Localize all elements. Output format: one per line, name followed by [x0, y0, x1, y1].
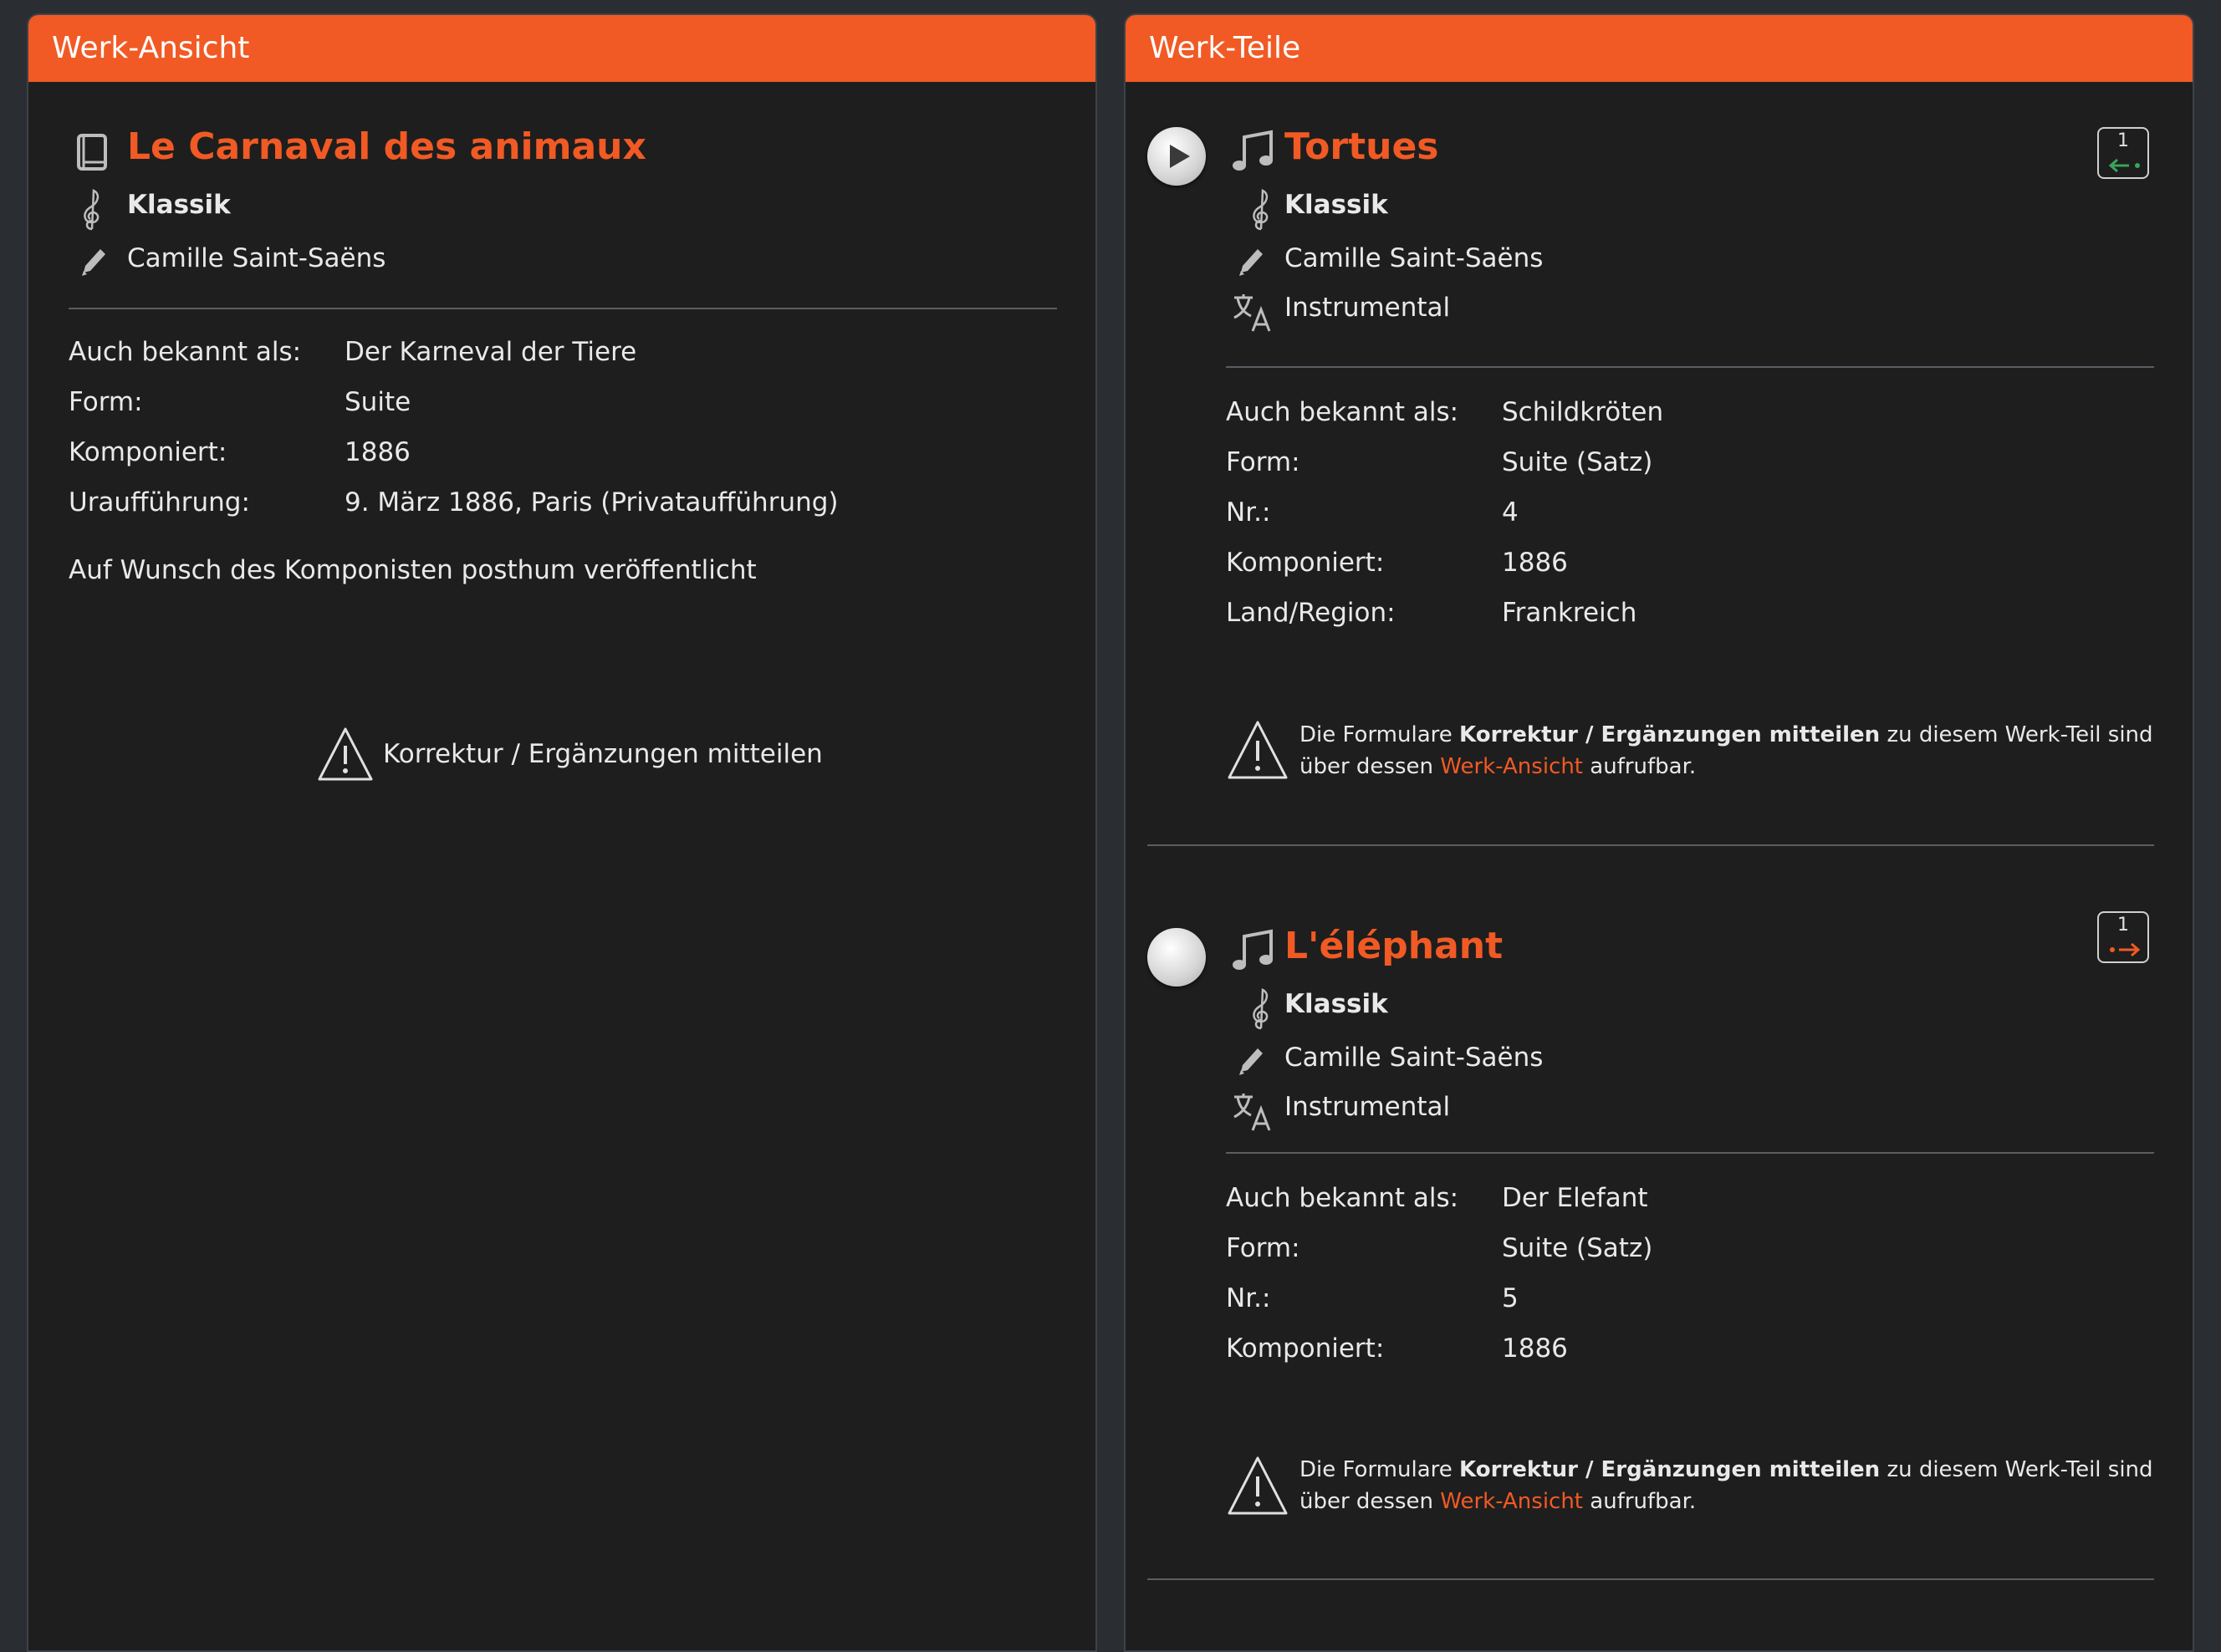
- pencil-icon: [1236, 1043, 1266, 1077]
- play-button-icon[interactable]: [1147, 127, 1206, 186]
- report-correction-label: Korrektur / Ergänzungen mitteilen: [383, 739, 823, 769]
- divider: [69, 308, 1057, 309]
- work-view-link[interactable]: Werk-Ansicht: [1440, 754, 1583, 779]
- detail-value-form: Suite: [345, 387, 411, 417]
- detail-label-composed: Komponiert:: [1226, 548, 1385, 578]
- detail-label-country: Land/Region:: [1226, 598, 1396, 628]
- treble-clef-icon: [1249, 987, 1273, 1030]
- detail-value-composed: 1886: [1502, 1333, 1568, 1364]
- work-view-link[interactable]: Werk-Ansicht: [1440, 1489, 1583, 1514]
- detail-label-number: Nr.:: [1226, 497, 1271, 528]
- divider: [1226, 366, 2154, 368]
- part-notice: Die Formulare Korrektur / Ergänzungen mi…: [1299, 1454, 2153, 1517]
- work-parts-panel: Werk-Teile Tortues 1 Klassik Camille Sai…: [1124, 13, 2194, 1652]
- detail-label-composed: Komponiert:: [69, 437, 227, 467]
- part-genre: Klassik: [1284, 989, 1388, 1019]
- report-correction-link[interactable]: Korrektur / Ergänzungen mitteilen: [316, 726, 823, 783]
- pencil-icon: [79, 244, 109, 278]
- detail-value-country: Frankreich: [1502, 598, 1637, 628]
- warning-icon: [1226, 1455, 1289, 1517]
- detail-value-aka: Der Karneval der Tiere: [345, 337, 637, 367]
- notice-suffix: aufrufbar.: [1590, 1489, 1697, 1514]
- notice-bold: Korrektur / Ergänzungen mitteilen: [1459, 722, 1881, 747]
- work-view-panel: Werk-Ansicht Le Carnaval des animaux Kla…: [27, 13, 1097, 1652]
- detail-value-form: Suite (Satz): [1502, 1233, 1653, 1263]
- part-composer: Camille Saint-Saëns: [1284, 243, 1544, 273]
- detail-label-aka: Auch bekannt als:: [1226, 1183, 1459, 1213]
- play-button[interactable]: [1147, 928, 1206, 987]
- notice-mid: zu diesem Werk-Teil sind: [1887, 722, 2153, 747]
- translate-icon: [1231, 291, 1274, 334]
- notice-prefix: Die Formulare: [1299, 722, 1453, 747]
- detail-value-aka: Schildkröten: [1502, 397, 1664, 427]
- badge-number: 1: [2117, 130, 2129, 151]
- detail-value-number: 5: [1502, 1283, 1519, 1313]
- detail-label-composed: Komponiert:: [1226, 1333, 1385, 1364]
- detail-value-number: 4: [1502, 497, 1519, 528]
- part-link-badge[interactable]: 1: [2097, 127, 2149, 179]
- notice-line2-prefix: über dessen: [1299, 754, 1433, 779]
- work-title: Le Carnaval des animaux: [127, 125, 646, 168]
- detail-value-aka: Der Elefant: [1502, 1183, 1648, 1213]
- translate-icon: [1231, 1090, 1274, 1134]
- work-genre: Klassik: [127, 190, 231, 220]
- treble-clef-icon: [1249, 187, 1273, 231]
- part-notice: Die Formulare Korrektur / Ergänzungen mi…: [1299, 719, 2153, 783]
- detail-label-form: Form:: [1226, 447, 1300, 477]
- part-separator: [1147, 1578, 2154, 1580]
- panel-header-work-parts: Werk-Teile: [1126, 15, 2193, 82]
- music-note-icon: [1231, 129, 1276, 174]
- notice-bold: Korrektur / Ergänzungen mitteilen: [1459, 1457, 1881, 1482]
- warning-icon: [316, 726, 375, 783]
- work-note: Auf Wunsch des Komponisten posthum veröf…: [69, 555, 757, 585]
- part-language: Instrumental: [1284, 1092, 1451, 1122]
- notice-line2-prefix: über dessen: [1299, 1489, 1433, 1514]
- detail-label-aka: Auch bekannt als:: [69, 337, 302, 367]
- detail-label-aka: Auch bekannt als:: [1226, 397, 1459, 427]
- part-title[interactable]: L'éléphant: [1284, 925, 1503, 967]
- part-separator: [1147, 844, 2154, 846]
- notice-suffix: aufrufbar.: [1590, 754, 1697, 779]
- detail-label-form: Form:: [69, 387, 143, 417]
- divider: [1226, 1152, 2154, 1154]
- badge-number: 1: [2117, 915, 2129, 936]
- detail-value-composed: 1886: [1502, 548, 1568, 578]
- pencil-icon: [1236, 244, 1266, 278]
- detail-label-premiere: Uraufführung:: [69, 487, 250, 518]
- detail-value-composed: 1886: [345, 437, 411, 467]
- work-composer: Camille Saint-Saëns: [127, 243, 386, 273]
- part-title[interactable]: Tortues: [1284, 125, 1439, 168]
- music-note-icon: [1231, 928, 1276, 973]
- part-language: Instrumental: [1284, 293, 1451, 323]
- notice-prefix: Die Formulare: [1299, 1457, 1453, 1482]
- warning-icon: [1226, 719, 1289, 781]
- detail-value-form: Suite (Satz): [1502, 447, 1653, 477]
- detail-value-premiere: 9. März 1886, Paris (Privataufführung): [345, 487, 839, 518]
- treble-clef-icon: [80, 187, 104, 231]
- notice-mid: zu diesem Werk-Teil sind: [1887, 1457, 2153, 1482]
- panel-header-work-view: Werk-Ansicht: [28, 15, 1095, 82]
- part-genre: Klassik: [1284, 190, 1388, 220]
- detail-label-number: Nr.:: [1226, 1283, 1271, 1313]
- detail-label-form: Form:: [1226, 1233, 1300, 1263]
- book-icon: [75, 132, 109, 172]
- part-composer: Camille Saint-Saëns: [1284, 1043, 1544, 1073]
- part-link-badge[interactable]: 1: [2097, 911, 2149, 963]
